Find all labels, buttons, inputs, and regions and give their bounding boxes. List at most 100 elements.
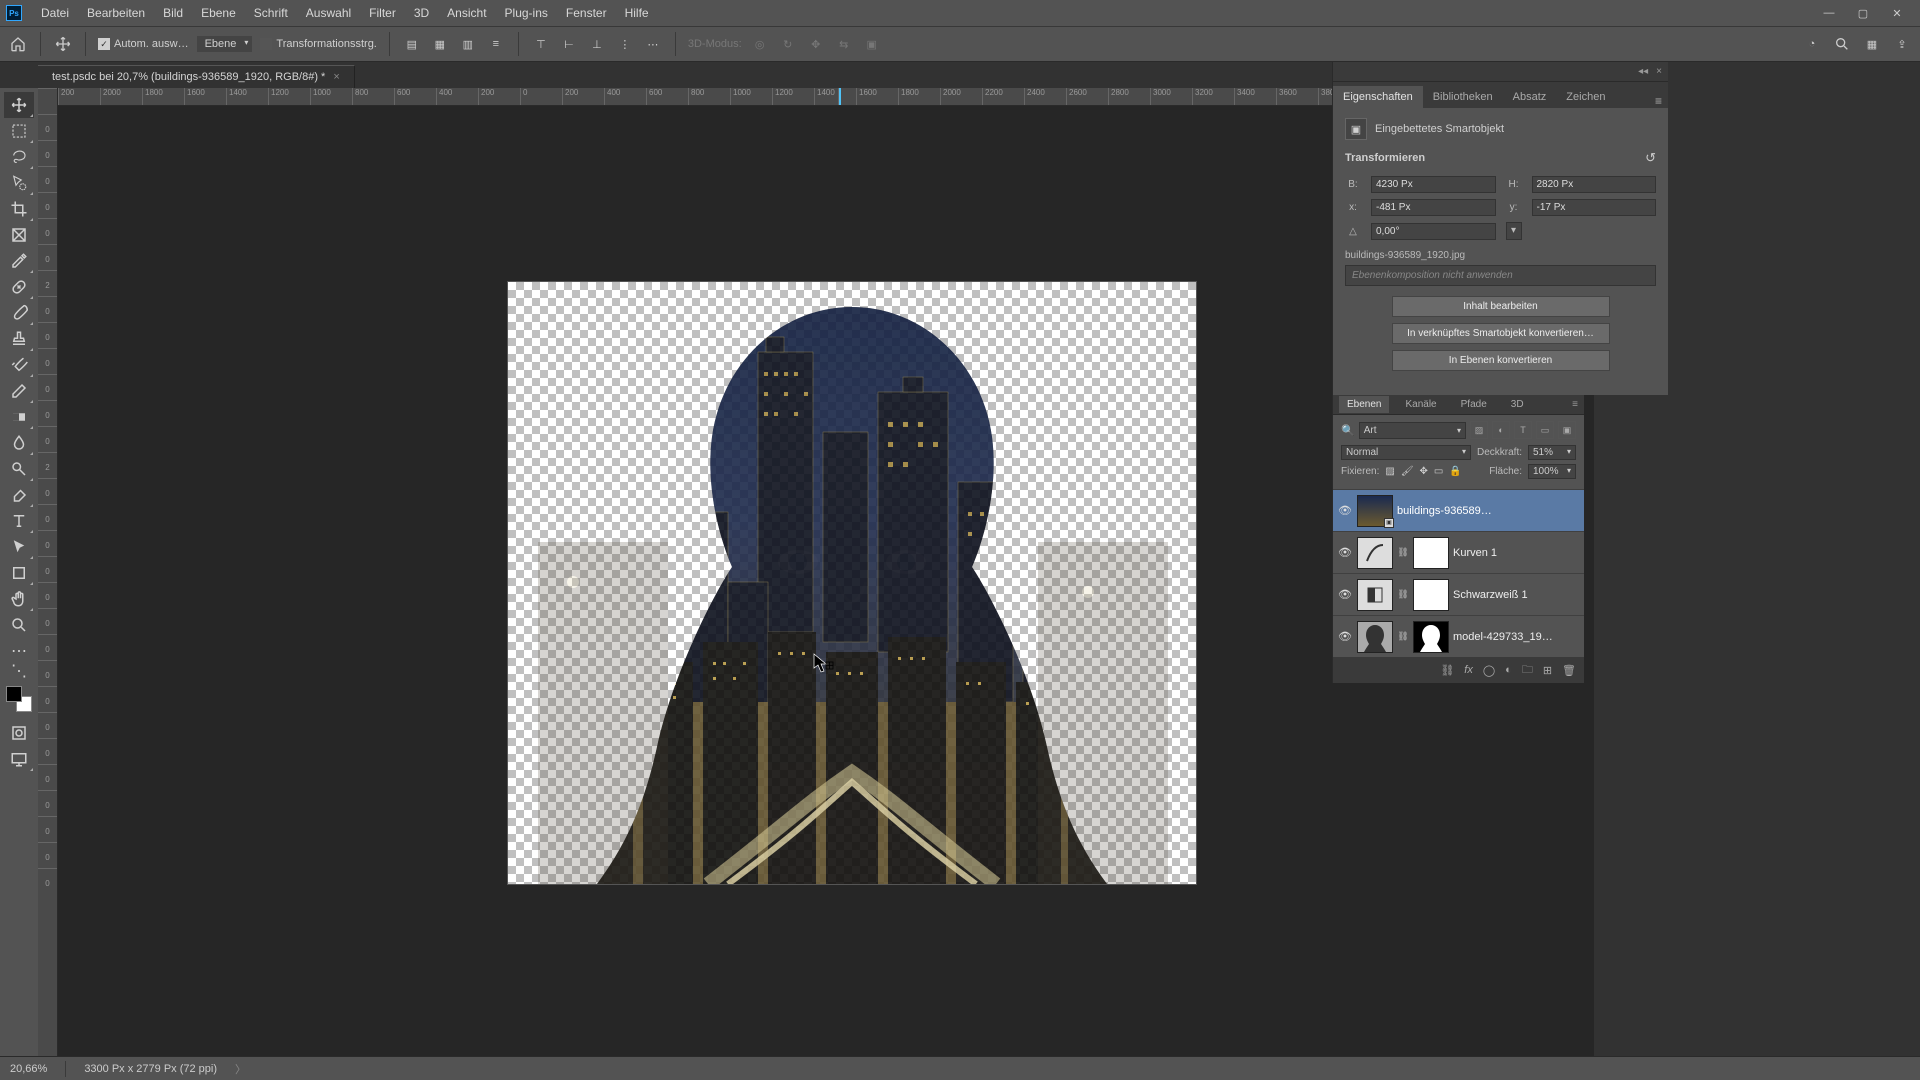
angle-field[interactable] bbox=[1371, 223, 1496, 240]
artboard[interactable] bbox=[508, 282, 1196, 884]
blur-tool[interactable] bbox=[4, 430, 34, 456]
menu-hilfe[interactable]: Hilfe bbox=[616, 6, 658, 20]
filter-kind-dropdown[interactable]: Art bbox=[1359, 422, 1466, 439]
shape-tool[interactable] bbox=[4, 560, 34, 586]
zoom-tool[interactable] bbox=[4, 612, 34, 638]
lock-transparency-icon[interactable]: ▨ bbox=[1385, 466, 1394, 477]
filter-shape-icon[interactable]: ▭ bbox=[1536, 421, 1554, 439]
delete-layer-icon[interactable]: 🗑 bbox=[1562, 664, 1576, 677]
window-minimize-button[interactable]: — bbox=[1812, 0, 1846, 26]
filter-adjust-icon[interactable]: ◐ bbox=[1492, 421, 1510, 439]
move-tool[interactable] bbox=[4, 92, 34, 118]
lock-position-icon[interactable]: ✥ bbox=[1420, 466, 1428, 477]
opacity-field[interactable]: 51% bbox=[1528, 445, 1576, 460]
color-wells[interactable] bbox=[4, 684, 34, 714]
align-center-v-icon[interactable]: ⊢ bbox=[559, 34, 579, 54]
mask-thumbnail[interactable] bbox=[1413, 621, 1449, 653]
zoom-level[interactable]: 20,66% bbox=[10, 1063, 47, 1075]
gradient-tool[interactable] bbox=[4, 404, 34, 430]
mask-link-icon[interactable]: ⛓ bbox=[1397, 631, 1409, 642]
screen-mode-icon[interactable] bbox=[4, 746, 34, 772]
path-select-tool[interactable] bbox=[4, 534, 34, 560]
menu-bearbeiten[interactable]: Bearbeiten bbox=[78, 6, 154, 20]
menu-ansicht[interactable]: Ansicht bbox=[438, 6, 495, 20]
convert-linked-button[interactable]: In verknüpftes Smartobjekt konvertieren… bbox=[1392, 323, 1610, 344]
marquee-tool[interactable] bbox=[4, 118, 34, 144]
mask-thumbnail[interactable] bbox=[1413, 579, 1449, 611]
status-more-icon[interactable]: 〉 bbox=[235, 1061, 246, 1077]
menu-auswahl[interactable]: Auswahl bbox=[297, 6, 360, 20]
layer-comp-dropdown[interactable]: Ebenenkomposition nicht anwenden bbox=[1345, 265, 1656, 286]
layer-name[interactable]: model-429733_1920 bbox=[1453, 631, 1553, 643]
lock-paint-icon[interactable]: 🖌 bbox=[1401, 466, 1414, 477]
workspace-icon[interactable]: ▦ bbox=[1862, 34, 1882, 54]
layer-row[interactable]: 👁 ⛓ Kurven 1 bbox=[1333, 531, 1584, 573]
link-layers-icon[interactable]: ⛓ bbox=[1440, 664, 1454, 677]
layer-name[interactable]: Schwarzweiß 1 bbox=[1453, 589, 1528, 601]
layer-fx-icon[interactable]: fx bbox=[1464, 664, 1473, 676]
blend-mode-dropdown[interactable]: Normal bbox=[1341, 445, 1471, 460]
lasso-tool[interactable] bbox=[4, 144, 34, 170]
share-icon[interactable]: ⇪ bbox=[1892, 34, 1912, 54]
document-dimensions[interactable]: 3300 Px x 2779 Px (72 ppi) bbox=[84, 1063, 217, 1075]
menu-bild[interactable]: Bild bbox=[154, 6, 192, 20]
frame-tool[interactable] bbox=[4, 222, 34, 248]
tab-absatz[interactable]: Absatz bbox=[1503, 86, 1557, 108]
align-left-icon[interactable]: ▤ bbox=[402, 34, 422, 54]
layer-name[interactable]: buildings-936589_1920 bbox=[1397, 505, 1497, 517]
stamp-tool[interactable] bbox=[4, 326, 34, 352]
document-tab[interactable]: test.psdc bei 20,7% (buildings-936589_19… bbox=[38, 65, 355, 88]
hand-tool[interactable] bbox=[4, 586, 34, 612]
fill-field[interactable]: 100% bbox=[1528, 464, 1576, 479]
layer-row[interactable]: 👁 ⛓ model-429733_1920 bbox=[1333, 615, 1584, 657]
new-layer-icon[interactable]: ⊞ bbox=[1543, 664, 1552, 677]
search-icon[interactable] bbox=[1832, 34, 1852, 54]
foreground-color-well[interactable] bbox=[6, 686, 22, 702]
visibility-toggle[interactable]: 👁 bbox=[1337, 504, 1353, 517]
more-align-icon[interactable]: ⋯ bbox=[643, 34, 663, 54]
tab-pfade[interactable]: Pfade bbox=[1453, 396, 1495, 413]
auto-select-checkbox[interactable]: ✓Autom. ausw… bbox=[98, 38, 189, 50]
cloud-docs-icon[interactable]: ◔ bbox=[1802, 34, 1822, 54]
lock-artboard-icon[interactable]: ▭ bbox=[1434, 466, 1443, 477]
quick-select-tool[interactable] bbox=[4, 170, 34, 196]
mask-link-icon[interactable]: ⛓ bbox=[1397, 589, 1409, 600]
vertical-ruler[interactable]: 000000200000020000000000000000 bbox=[38, 88, 58, 1056]
new-group-icon[interactable]: 🗀 bbox=[1522, 661, 1533, 680]
width-field[interactable] bbox=[1371, 176, 1496, 193]
edit-contents-button[interactable]: Inhalt bearbeiten bbox=[1392, 296, 1610, 317]
menu-filter[interactable]: Filter bbox=[360, 6, 405, 20]
panel-menu-icon[interactable]: ≡ bbox=[1649, 94, 1668, 108]
layer-thumbnail[interactable] bbox=[1357, 621, 1393, 653]
lock-all-icon[interactable]: 🔒 bbox=[1449, 466, 1461, 477]
close-tab-icon[interactable]: × bbox=[333, 71, 339, 83]
layer-thumbnail[interactable]: ▣ bbox=[1357, 495, 1393, 527]
layer-row[interactable]: 👁 ⛓ Schwarzweiß 1 bbox=[1333, 573, 1584, 615]
tab-ebenen[interactable]: Ebenen bbox=[1339, 396, 1389, 413]
menu-ebene[interactable]: Ebene bbox=[192, 6, 245, 20]
quick-mask-icon[interactable] bbox=[4, 720, 34, 746]
menu-plugins[interactable]: Plug-ins bbox=[496, 6, 557, 20]
type-tool[interactable] bbox=[4, 508, 34, 534]
collapse-panel-icon[interactable]: ◂◂ bbox=[1638, 66, 1648, 77]
adjustment-thumbnail[interactable] bbox=[1357, 579, 1393, 611]
edit-toolbar-icon[interactable]: ⋱ bbox=[4, 664, 34, 678]
menu-fenster[interactable]: Fenster bbox=[557, 6, 616, 20]
align-top-icon[interactable]: ⊤ bbox=[531, 34, 551, 54]
visibility-toggle[interactable]: 👁 bbox=[1337, 630, 1353, 643]
layer-name[interactable]: Kurven 1 bbox=[1453, 547, 1497, 559]
menu-3d[interactable]: 3D bbox=[405, 6, 438, 20]
align-bottom-icon[interactable]: ⊥ bbox=[587, 34, 607, 54]
menu-schrift[interactable]: Schrift bbox=[245, 6, 297, 20]
tab-bibliotheken[interactable]: Bibliotheken bbox=[1423, 86, 1503, 108]
add-mask-icon[interactable]: ◯ bbox=[1483, 664, 1495, 677]
layers-panel-menu-icon[interactable]: ≡ bbox=[1572, 399, 1578, 410]
y-field[interactable] bbox=[1532, 199, 1657, 216]
eyedropper-tool[interactable] bbox=[4, 248, 34, 274]
history-brush-tool[interactable] bbox=[4, 352, 34, 378]
angle-dropdown-icon[interactable]: ▾ bbox=[1506, 222, 1522, 240]
close-panel-icon[interactable]: × bbox=[1656, 66, 1662, 77]
healing-tool[interactable] bbox=[4, 274, 34, 300]
height-field[interactable] bbox=[1532, 176, 1657, 193]
pen-tool[interactable] bbox=[4, 482, 34, 508]
